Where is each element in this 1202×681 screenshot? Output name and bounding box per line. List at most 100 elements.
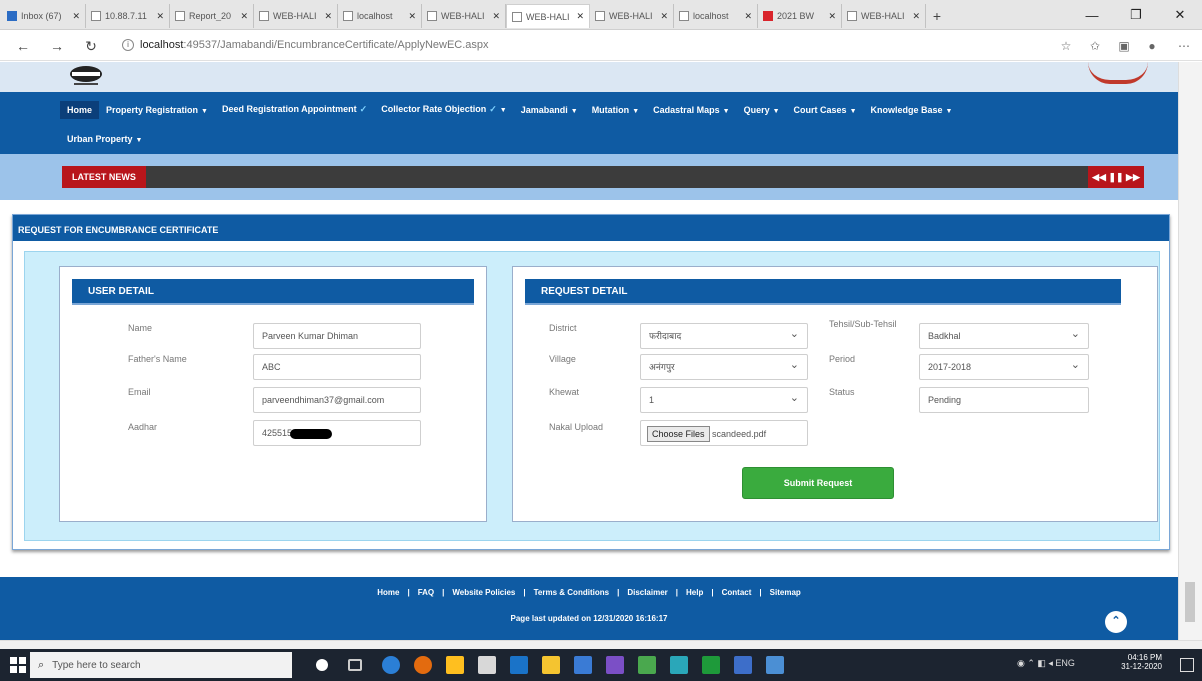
system-tray-icons[interactable]: ◉ ⌃ ◧ ◂ ENG: [1017, 658, 1075, 669]
cortana-icon[interactable]: [316, 659, 328, 671]
scroll-to-top-icon[interactable]: ⌃: [1105, 611, 1127, 633]
close-tab-icon[interactable]: ✕: [156, 11, 164, 22]
vertical-scrollbar[interactable]: [1178, 62, 1202, 640]
tab-title: 2021 BW: [777, 11, 815, 21]
task-view-icon[interactable]: [348, 659, 362, 671]
scrollbar-thumb[interactable]: [1185, 582, 1195, 622]
mail-icon[interactable]: [510, 656, 528, 674]
nav-item-cadastral-maps[interactable]: Cadastral Maps ▼: [646, 101, 736, 119]
close-tab-icon[interactable]: ✕: [828, 11, 836, 22]
forward-icon[interactable]: →: [48, 37, 66, 55]
nakal-file-input[interactable]: Choose Files scandeed.pdf: [640, 420, 808, 446]
footer-link[interactable]: Home: [377, 588, 399, 597]
close-tab-icon[interactable]: ✕: [744, 11, 752, 22]
nav-item-knowledge-base[interactable]: Knowledge Base ▼: [864, 101, 960, 119]
horizontal-scrollbar[interactable]: [0, 640, 1202, 649]
app-icon-lightblue[interactable]: [766, 656, 784, 674]
back-icon[interactable]: ←: [14, 37, 32, 55]
submit-request-button[interactable]: Submit Request: [742, 467, 894, 499]
browser-tab[interactable]: WEB-HALI ✕: [506, 4, 590, 28]
email-field[interactable]: parveendhiman37@gmail.com: [253, 387, 421, 413]
choose-files-button[interactable]: Choose Files: [647, 426, 710, 442]
file-explorer-icon[interactable]: [446, 656, 464, 674]
close-tab-icon[interactable]: ✕: [912, 11, 920, 22]
browser-tab[interactable]: WEB-HALI ✕: [254, 4, 338, 28]
nav-item-collector-rate-objection[interactable]: Collector Rate Objection ✓ ▼: [374, 100, 514, 119]
close-tab-icon[interactable]: ✕: [408, 11, 416, 22]
maximize-icon[interactable]: ❐: [1114, 0, 1158, 30]
app-icon-blue[interactable]: [734, 656, 752, 674]
browser-tab[interactable]: WEB-HALI ✕: [842, 4, 926, 28]
village-select[interactable]: अनंगपुर: [640, 354, 808, 380]
favorites-icon[interactable]: ✩: [1087, 38, 1103, 54]
clock[interactable]: 04:16 PM 31-12-2020: [1121, 653, 1162, 671]
nav-item-jamabandi[interactable]: Jamabandi ▼: [514, 101, 585, 119]
collections-icon[interactable]: ▣: [1116, 38, 1132, 54]
tehsil-select[interactable]: Badkhal: [919, 323, 1089, 349]
site-logo-icon[interactable]: [66, 64, 106, 88]
more-icon[interactable]: ⋯: [1176, 38, 1192, 54]
nav-item-label: Query: [743, 104, 770, 115]
paint-icon[interactable]: [638, 656, 656, 674]
language-indicator[interactable]: ENG: [1055, 658, 1075, 668]
close-tab-icon[interactable]: ✕: [324, 11, 332, 22]
close-tab-icon[interactable]: ✕: [660, 11, 668, 22]
browser-tab[interactable]: Report_20 ✕: [170, 4, 254, 28]
close-tab-icon[interactable]: ✕: [240, 11, 248, 22]
father-name-field[interactable]: ABC: [253, 354, 421, 380]
footer-link[interactable]: FAQ: [418, 588, 434, 597]
site-info-icon[interactable]: i: [122, 39, 134, 51]
nav-item-urban-property[interactable]: Urban Property ▼: [60, 130, 149, 148]
browser-tab[interactable]: 10.88.7.11 ✕: [86, 4, 170, 28]
store-icon[interactable]: [478, 656, 496, 674]
news-ticker-controls[interactable]: ◀◀ ❚❚ ▶▶: [1088, 166, 1144, 188]
refresh-icon[interactable]: ↻: [82, 37, 100, 55]
name-field[interactable]: Parveen Kumar Dhiman: [253, 323, 421, 349]
nav-item-query[interactable]: Query ▼: [737, 101, 787, 119]
edge-icon[interactable]: [382, 656, 400, 674]
favorite-star-icon[interactable]: ☆: [1058, 38, 1074, 54]
minimize-icon[interactable]: —: [1070, 0, 1114, 30]
browser-tab[interactable]: localhost ✕: [674, 4, 758, 28]
close-window-icon[interactable]: ✕: [1158, 0, 1202, 30]
khewat-select[interactable]: 1: [640, 387, 808, 413]
visual-studio-icon[interactable]: [606, 656, 624, 674]
taskbar: ⌕ Type here to search ◉ ⌃ ◧ ◂ ENG 04:16 …: [0, 649, 1202, 681]
period-select[interactable]: 2017-2018: [919, 354, 1089, 380]
sticky-notes-icon[interactable]: [542, 656, 560, 674]
browser-tab[interactable]: 2021 BW ✕: [758, 4, 842, 28]
taskbar-search-box[interactable]: ⌕ Type here to search: [30, 652, 292, 678]
nav-item-mutation[interactable]: Mutation ▼: [585, 101, 646, 119]
footer-link[interactable]: Terms & Conditions: [534, 588, 609, 597]
url-field[interactable]: localhost:49537/Jamabandi/EncumbranceCer…: [140, 39, 489, 51]
aadhar-field[interactable]: 425515: [253, 420, 421, 446]
browser-tab[interactable]: WEB-HALI ✕: [590, 4, 674, 28]
footer-link[interactable]: Help: [686, 588, 703, 597]
browser-tab[interactable]: WEB-HALI ✕: [422, 4, 506, 28]
district-select[interactable]: फरीदाबाद: [640, 323, 808, 349]
footer-link[interactable]: Contact: [722, 588, 752, 597]
nav-item-deed-registration-appointment[interactable]: Deed Registration Appointment ✓: [215, 100, 374, 119]
close-tab-icon[interactable]: ✕: [576, 11, 584, 22]
nav-item-court-cases[interactable]: Court Cases ▼: [787, 101, 864, 119]
onenote-icon[interactable]: [574, 656, 592, 674]
windows-start-icon[interactable]: [10, 657, 26, 673]
close-tab-icon[interactable]: ✕: [492, 11, 500, 22]
excel-icon[interactable]: [702, 656, 720, 674]
firefox-icon[interactable]: [414, 656, 432, 674]
browser-tab[interactable]: Inbox (67) ✕: [2, 4, 86, 28]
footer-link[interactable]: Disclaimer: [627, 588, 667, 597]
footer-link[interactable]: Website Policies: [452, 588, 515, 597]
notification-center-icon[interactable]: [1180, 658, 1194, 672]
nav-item-home[interactable]: Home: [60, 100, 100, 119]
browser-tab[interactable]: localhost ✕: [338, 4, 422, 28]
nav-item-property-registration[interactable]: Property Registration ▼: [99, 101, 215, 119]
new-tab-icon[interactable]: +: [926, 4, 948, 28]
app-icon-teal[interactable]: [670, 656, 688, 674]
footer-link[interactable]: Sitemap: [770, 588, 801, 597]
profile-icon[interactable]: ●: [1144, 38, 1160, 54]
tab-title: WEB-HALI: [609, 11, 653, 21]
new-badge-icon: ✓: [359, 104, 368, 114]
close-tab-icon[interactable]: ✕: [72, 11, 80, 22]
clock-time: 04:16 PM: [1127, 653, 1162, 662]
